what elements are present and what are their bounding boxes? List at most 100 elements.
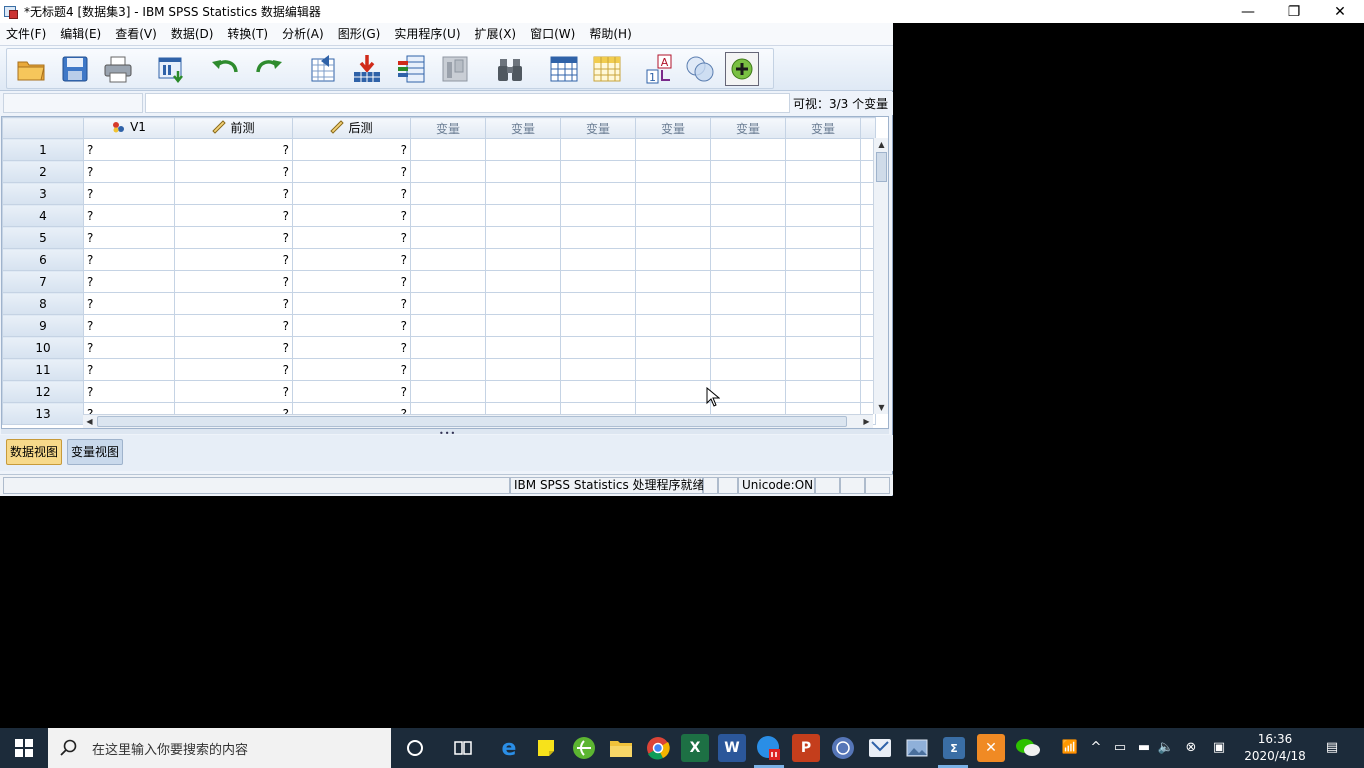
data-cell[interactable]: ?	[292, 204, 411, 227]
empty-cell[interactable]	[560, 204, 636, 227]
empty-cell[interactable]	[710, 380, 786, 403]
input-method-icon[interactable]: ▣	[1209, 738, 1229, 758]
empty-cell[interactable]	[410, 226, 486, 249]
data-cell[interactable]: ?	[83, 380, 175, 403]
empty-cell[interactable]	[710, 204, 786, 227]
empty-cell[interactable]	[635, 380, 711, 403]
empty-cell[interactable]	[485, 204, 561, 227]
empty-cell[interactable]	[485, 336, 561, 359]
row-number-cell[interactable]: 2	[2, 160, 84, 183]
empty-cell[interactable]	[785, 248, 861, 271]
data-cell[interactable]: ?	[174, 248, 293, 271]
data-cell[interactable]: ?	[292, 182, 411, 205]
column-header-empty[interactable]: 变量	[710, 117, 786, 139]
go-to-variable-icon[interactable]	[350, 52, 384, 86]
empty-cell[interactable]	[485, 138, 561, 161]
empty-cell[interactable]	[635, 138, 711, 161]
data-cell[interactable]: ?	[83, 248, 175, 271]
empty-cell[interactable]	[410, 204, 486, 227]
data-cell[interactable]: ?	[174, 160, 293, 183]
edge-browser-icon[interactable]: e	[495, 734, 523, 762]
menu-file[interactable]: 文件(F)	[0, 23, 54, 46]
data-cell[interactable]: ?	[174, 314, 293, 337]
row-number-cell[interactable]: 6	[2, 248, 84, 271]
redo-icon[interactable]	[252, 52, 286, 86]
data-cell[interactable]: ?	[83, 336, 175, 359]
xmind-icon[interactable]: ✕	[977, 734, 1005, 762]
column-header-empty[interactable]: 变量	[560, 117, 636, 139]
data-cell[interactable]: ?	[83, 226, 175, 249]
column-header-empty[interactable]: 变量	[485, 117, 561, 139]
data-cell[interactable]: ?	[83, 182, 175, 205]
empty-cell[interactable]	[635, 204, 711, 227]
column-header-empty[interactable]: 变量	[785, 117, 861, 139]
empty-cell[interactable]	[635, 270, 711, 293]
empty-cell[interactable]	[410, 314, 486, 337]
sticky-notes-icon[interactable]	[532, 734, 560, 762]
data-cell[interactable]: ?	[174, 336, 293, 359]
chrome-icon[interactable]	[644, 734, 672, 762]
save-icon[interactable]	[58, 52, 92, 86]
row-number-cell[interactable]: 5	[2, 226, 84, 249]
empty-cell[interactable]	[785, 336, 861, 359]
row-number-cell[interactable]: 8	[2, 292, 84, 315]
data-cell[interactable]: ?	[292, 248, 411, 271]
empty-cell[interactable]	[710, 226, 786, 249]
menu-extensions[interactable]: 扩展(X)	[469, 23, 525, 46]
empty-cell[interactable]	[635, 358, 711, 381]
empty-cell[interactable]	[410, 270, 486, 293]
wifi-icon[interactable]: 📶	[1060, 738, 1080, 758]
battery-icon[interactable]: ▬	[1134, 738, 1154, 758]
windows-start-icon[interactable]	[0, 728, 48, 768]
vertical-scrollbar[interactable]: ▲ ▼	[873, 138, 888, 414]
column-header-pretest[interactable]: 前测	[174, 117, 293, 139]
empty-cell[interactable]	[635, 314, 711, 337]
empty-cell[interactable]	[785, 160, 861, 183]
browser-360-icon[interactable]	[570, 734, 598, 762]
tab-variable-view[interactable]: 变量视图	[67, 439, 124, 465]
insert-cases-icon[interactable]	[547, 52, 581, 86]
data-cell[interactable]: ?	[83, 204, 175, 227]
chevron-up-icon[interactable]: ^	[1086, 738, 1106, 758]
empty-cell[interactable]	[410, 380, 486, 403]
empty-cell[interactable]	[485, 314, 561, 337]
data-cell[interactable]: ?	[174, 204, 293, 227]
scroll-down-icon[interactable]: ▼	[876, 402, 887, 413]
go-to-case-icon[interactable]	[306, 52, 340, 86]
spss-taskbar-icon[interactable]: Σ	[940, 734, 968, 762]
corner-cell[interactable]	[2, 117, 84, 139]
taskbar-search-box[interactable]: 在这里输入你要搜索的内容	[48, 728, 391, 768]
empty-cell[interactable]	[410, 248, 486, 271]
empty-cell[interactable]	[785, 204, 861, 227]
empty-cell[interactable]	[710, 358, 786, 381]
empty-cell[interactable]	[785, 182, 861, 205]
empty-cell[interactable]	[635, 160, 711, 183]
scroll-left-icon[interactable]: ◀	[84, 416, 95, 427]
empty-cell[interactable]	[485, 292, 561, 315]
empty-cell[interactable]	[785, 358, 861, 381]
file-explorer-icon[interactable]	[607, 734, 635, 762]
word-icon[interactable]: W	[718, 734, 746, 762]
empty-cell[interactable]	[485, 358, 561, 381]
scroll-right-icon[interactable]: ▶	[861, 416, 872, 427]
empty-cell[interactable]	[710, 138, 786, 161]
menu-graphs[interactable]: 图形(G)	[332, 23, 389, 46]
value-labels-icon[interactable]: A1	[643, 52, 677, 86]
empty-cell[interactable]	[635, 226, 711, 249]
data-cell[interactable]: ?	[174, 292, 293, 315]
run-descriptives-icon[interactable]	[438, 52, 472, 86]
row-number-cell[interactable]: 9	[2, 314, 84, 337]
empty-cell[interactable]	[635, 292, 711, 315]
menu-transform[interactable]: 转换(T)	[221, 23, 276, 46]
open-folder-icon[interactable]	[14, 52, 48, 86]
insert-variable-icon[interactable]	[590, 52, 624, 86]
empty-cell[interactable]	[710, 292, 786, 315]
network-tray-icon[interactable]: ▭	[1110, 738, 1130, 758]
pane-splitter[interactable]: •••	[1, 428, 889, 438]
empty-cell[interactable]	[485, 380, 561, 403]
empty-cell[interactable]	[560, 380, 636, 403]
empty-cell[interactable]	[485, 226, 561, 249]
use-variable-sets-icon[interactable]	[683, 52, 717, 86]
empty-cell[interactable]	[710, 182, 786, 205]
empty-cell[interactable]	[410, 292, 486, 315]
